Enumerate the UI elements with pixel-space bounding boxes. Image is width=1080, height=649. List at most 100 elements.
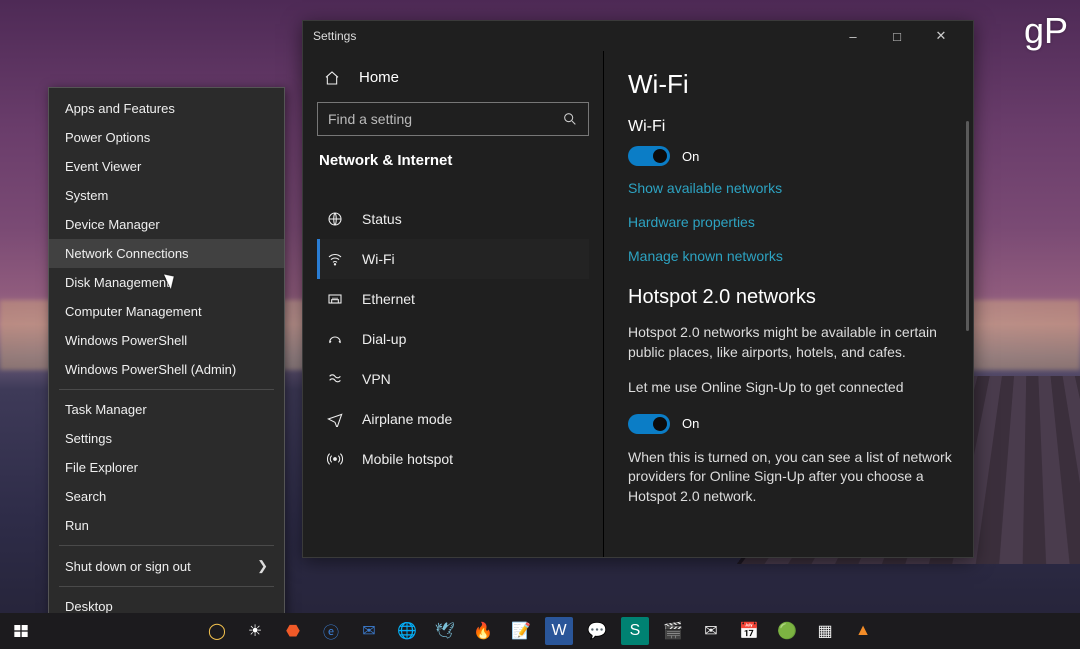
search-input[interactable]: Find a setting <box>317 102 589 136</box>
nav-item-wifi[interactable]: Wi-Fi <box>317 239 589 279</box>
winx-item-file-explorer[interactable]: File Explorer <box>49 453 284 482</box>
nav-item-label: Ethernet <box>362 291 415 307</box>
nav-item-dialup[interactable]: Dial-up <box>317 319 589 359</box>
nav-item-ethernet[interactable]: Ethernet <box>317 279 589 319</box>
link-show-available[interactable]: Show available networks <box>628 180 953 196</box>
settings-content: Wi-Fi Wi-Fi On Show available networks H… <box>603 51 973 557</box>
nav-item-label: Dial-up <box>362 331 406 347</box>
hotspot-desc: Hotspot 2.0 networks might be available … <box>628 323 953 362</box>
taskbar-firefox-icon[interactable]: 🌐 <box>393 617 421 645</box>
taskbar-thunderbird-icon[interactable]: ✉ <box>355 617 383 645</box>
winx-item-disk-management[interactable]: Disk Management <box>49 268 284 297</box>
ethernet-icon <box>326 291 344 307</box>
taskbar-burn-icon[interactable]: 🔥 <box>469 617 497 645</box>
winx-item-settings[interactable]: Settings <box>49 424 284 453</box>
nav-item-label: VPN <box>362 371 391 387</box>
taskbar-frog-icon[interactable]: 🟢 <box>773 617 801 645</box>
winx-item-windows-powershell-admin-[interactable]: Windows PowerShell (Admin) <box>49 355 284 384</box>
dialup-icon <box>326 331 344 347</box>
home-icon <box>323 70 341 86</box>
taskbar-mail-icon[interactable]: ✉ <box>697 617 725 645</box>
winx-item-label: Event Viewer <box>65 159 141 174</box>
wifi-subheading: Wi-Fi <box>628 118 953 136</box>
maximize-button[interactable]: □ <box>875 21 919 51</box>
taskbar-vlc-icon[interactable]: ▲ <box>849 617 877 645</box>
winx-item-computer-management[interactable]: Computer Management <box>49 297 284 326</box>
winx-item-label: Windows PowerShell <box>65 333 187 348</box>
winx-item-device-manager[interactable]: Device Manager <box>49 210 284 239</box>
window-title: Settings <box>313 29 831 43</box>
nav-item-label: Wi-Fi <box>362 251 395 267</box>
settings-nav: Home Find a setting Network & Internet S… <box>303 51 603 557</box>
winx-item-search[interactable]: Search <box>49 482 284 511</box>
winx-item-label: Shut down or sign out <box>65 559 191 574</box>
taskbar-teams-icon[interactable]: 💬 <box>583 617 611 645</box>
signup-toggle-state: On <box>682 416 699 431</box>
taskbar-chrome-icon[interactable]: ◯ <box>203 617 231 645</box>
wifi-icon <box>326 251 344 267</box>
taskbar-word-icon[interactable]: W <box>545 617 573 645</box>
winx-item-label: Windows PowerShell (Admin) <box>65 362 236 377</box>
desktop: gP Settings – □ ✕ Home Find a setting <box>0 0 1080 649</box>
hotspot-heading: Hotspot 2.0 networks <box>628 286 953 309</box>
windows-icon <box>13 623 29 639</box>
winx-item-task-manager[interactable]: Task Manager <box>49 395 284 424</box>
wifi-toggle-state: On <box>682 149 699 164</box>
taskbar-sway-icon[interactable]: S <box>621 617 649 645</box>
winx-item-label: Device Manager <box>65 217 160 232</box>
winx-item-label: System <box>65 188 108 203</box>
scrollbar[interactable] <box>966 121 969 331</box>
nav-item-label: Status <box>362 211 402 227</box>
taskbar: ◯ ☀ ⬣ ⓔ ✉ 🌐 🕊 🔥 📝 W 💬 S 🎬 ✉ 📅 🟢 ▦ ▲ <box>0 613 1080 649</box>
nav-item-hotspot[interactable]: Mobile hotspot <box>317 439 589 479</box>
winx-item-apps-and-features[interactable]: Apps and Features <box>49 94 284 123</box>
winx-item-system[interactable]: System <box>49 181 284 210</box>
signup-toggle[interactable] <box>628 414 670 434</box>
close-button[interactable]: ✕ <box>919 21 963 51</box>
taskbar-calendar-icon[interactable]: 📅 <box>735 617 763 645</box>
winx-item-shut-down-or-sign-out[interactable]: Shut down or sign out ❯ <box>49 551 284 581</box>
link-manage-networks[interactable]: Manage known networks <box>628 248 953 264</box>
taskbar-sun-icon[interactable]: ☀ <box>241 617 269 645</box>
start-button[interactable] <box>0 613 42 649</box>
signup-desc: When this is turned on, you can see a li… <box>628 448 953 507</box>
minimize-button[interactable]: – <box>831 21 875 51</box>
winx-item-run[interactable]: Run <box>49 511 284 540</box>
nav-item-status[interactable]: Status <box>317 199 589 239</box>
nav-item-airplane[interactable]: Airplane mode <box>317 399 589 439</box>
wifi-toggle[interactable] <box>628 146 670 166</box>
page-title: Wi-Fi <box>628 69 953 100</box>
winx-item-label: Task Manager <box>65 402 147 417</box>
winx-item-label: Apps and Features <box>65 101 175 116</box>
taskbar-calculator-icon[interactable]: ▦ <box>811 617 839 645</box>
winx-item-label: File Explorer <box>65 460 138 475</box>
signup-label: Let me use Online Sign-Up to get connect… <box>628 378 953 398</box>
status-icon <box>326 211 344 227</box>
nav-item-label: Airplane mode <box>362 411 452 427</box>
chevron-right-icon: ❯ <box>257 558 268 574</box>
search-placeholder: Find a setting <box>328 111 412 127</box>
vpn-icon <box>326 371 344 387</box>
nav-item-label: Mobile hotspot <box>362 451 453 467</box>
winx-item-power-options[interactable]: Power Options <box>49 123 284 152</box>
winx-item-event-viewer[interactable]: Event Viewer <box>49 152 284 181</box>
taskbar-videos-icon[interactable]: 🎬 <box>659 617 687 645</box>
link-hardware-properties[interactable]: Hardware properties <box>628 214 953 230</box>
winx-item-label: Settings <box>65 431 112 446</box>
nav-home-label: Home <box>359 69 399 86</box>
nav-item-home[interactable]: Home <box>317 63 589 102</box>
winx-item-label: Run <box>65 518 89 533</box>
winx-item-label: Network Connections <box>65 246 189 261</box>
taskbar-dove-icon[interactable]: 🕊 <box>431 617 459 645</box>
taskbar-notes-icon[interactable]: 📝 <box>507 617 535 645</box>
winx-item-label: Computer Management <box>65 304 202 319</box>
taskbar-edge-icon[interactable]: ⓔ <box>317 617 345 645</box>
airplane-icon <box>326 411 344 427</box>
nav-item-vpn[interactable]: VPN <box>317 359 589 399</box>
taskbar-brave-icon[interactable]: ⬣ <box>279 617 307 645</box>
winx-item-label: Search <box>65 489 106 504</box>
winx-item-network-connections[interactable]: Network Connections <box>49 239 284 268</box>
search-icon <box>562 111 578 130</box>
winx-item-windows-powershell[interactable]: Windows PowerShell <box>49 326 284 355</box>
winx-item-label: Disk Management <box>65 275 170 290</box>
